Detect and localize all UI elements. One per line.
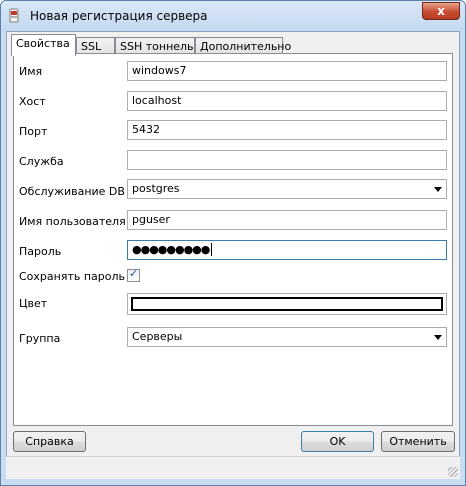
ok-button[interactable]: OK [301, 431, 374, 452]
color-label: Цвет [19, 297, 48, 310]
chevron-down-icon [434, 187, 442, 192]
server-registration-dialog: Новая регистрация сервера x Свойства SSL… [0, 0, 466, 486]
host-label: Хост [19, 95, 46, 108]
checkmark-icon: ✓ [129, 267, 139, 280]
port-label: Порт [19, 125, 48, 138]
color-swatch [131, 297, 443, 311]
status-bar [6, 456, 460, 479]
port-field[interactable]: 5432 [127, 120, 447, 140]
name-field[interactable]: windows7 [127, 61, 447, 81]
password-mask: ●●●●●●●●● [132, 243, 210, 256]
resize-grip-icon[interactable] [448, 467, 458, 477]
username-field[interactable]: pguser [127, 210, 447, 230]
help-button[interactable]: Справка [13, 431, 86, 452]
service-label: Служба [19, 155, 64, 168]
color-picker[interactable] [127, 293, 447, 315]
chevron-down-icon [434, 335, 442, 340]
store-password-label: Сохранять пароль [19, 270, 125, 283]
window-title: Новая регистрация сервера [30, 9, 208, 23]
password-field[interactable]: ●●●●●●●●● [127, 240, 447, 260]
close-icon: x [437, 4, 445, 18]
text-cursor [211, 243, 213, 256]
elephant-icon [8, 8, 20, 24]
group-select[interactable]: Серверы [127, 327, 447, 347]
name-label: Имя [19, 65, 43, 78]
maintenance-db-select[interactable]: postgres [127, 179, 447, 199]
host-field[interactable]: localhost [127, 91, 447, 111]
service-field[interactable] [127, 150, 447, 170]
maintenance-db-value: postgres [132, 182, 180, 195]
username-label: Имя пользователя [19, 215, 126, 228]
store-password-checkbox[interactable]: ✓ [127, 267, 140, 282]
tab-properties[interactable]: Свойства [11, 34, 76, 56]
password-label: Пароль [19, 245, 62, 258]
cancel-button[interactable]: Отменить [381, 431, 455, 452]
title-bar[interactable]: Новая регистрация сервера x [1, 1, 465, 31]
group-label: Группа [19, 332, 61, 345]
close-button[interactable]: x [422, 2, 460, 20]
maintenance-db-label: Обслуживание DB [19, 185, 125, 198]
group-value: Серверы [132, 330, 183, 343]
